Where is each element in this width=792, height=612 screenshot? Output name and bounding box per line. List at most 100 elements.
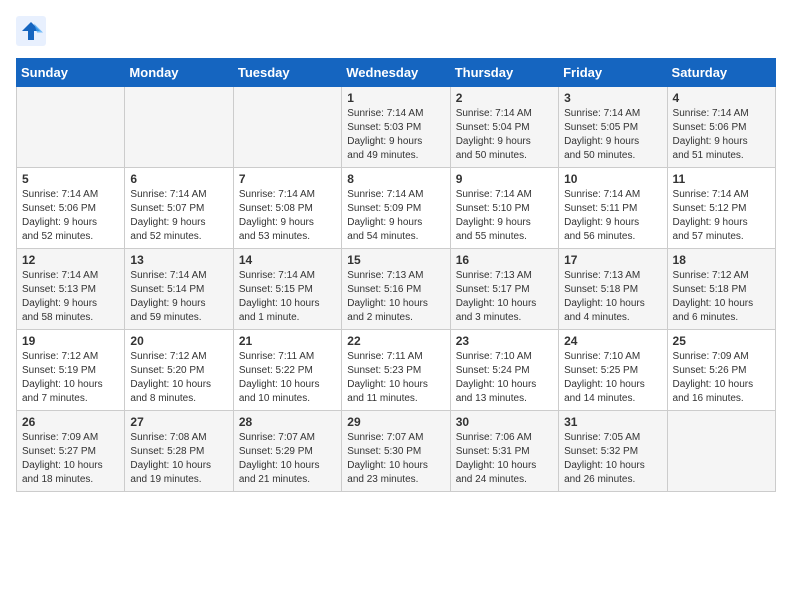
day-number: 16 [456, 253, 553, 267]
logo [16, 16, 50, 46]
calendar-cell: 1 Sunrise: 7:14 AM Sunset: 5:03 PM Daylig… [342, 87, 450, 168]
calendar-cell: 15 Sunrise: 7:13 AM Sunset: 5:16 PM Dayli… [342, 249, 450, 330]
day-number: 19 [22, 334, 119, 348]
calendar-week-row: 26 Sunrise: 7:09 AM Sunset: 5:27 PM Dayli… [17, 411, 776, 492]
day-number: 1 [347, 91, 444, 105]
day-number: 14 [239, 253, 336, 267]
day-number: 25 [673, 334, 770, 348]
cell-text: Sunrise: 7:14 AM Sunset: 5:03 PM Dayligh… [347, 107, 444, 163]
cell-text: Sunrise: 7:07 AM Sunset: 5:30 PM Dayligh… [347, 431, 444, 487]
day-number: 5 [22, 172, 119, 186]
cell-text: Sunrise: 7:14 AM Sunset: 5:12 PM Dayligh… [673, 188, 770, 244]
day-number: 11 [673, 172, 770, 186]
calendar-cell: 24 Sunrise: 7:10 AM Sunset: 5:25 PM Dayli… [559, 330, 667, 411]
day-number: 23 [456, 334, 553, 348]
day-number: 31 [564, 415, 661, 429]
calendar-cell: 16 Sunrise: 7:13 AM Sunset: 5:17 PM Dayli… [450, 249, 558, 330]
day-number: 24 [564, 334, 661, 348]
cell-text: Sunrise: 7:14 AM Sunset: 5:05 PM Dayligh… [564, 107, 661, 163]
calendar-cell: 11 Sunrise: 7:14 AM Sunset: 5:12 PM Dayli… [667, 168, 775, 249]
calendar-cell: 3 Sunrise: 7:14 AM Sunset: 5:05 PM Daylig… [559, 87, 667, 168]
logo-icon [16, 16, 46, 46]
cell-text: Sunrise: 7:10 AM Sunset: 5:25 PM Dayligh… [564, 350, 661, 406]
calendar-cell: 25 Sunrise: 7:09 AM Sunset: 5:26 PM Dayli… [667, 330, 775, 411]
calendar-cell [125, 87, 233, 168]
cell-text: Sunrise: 7:06 AM Sunset: 5:31 PM Dayligh… [456, 431, 553, 487]
day-number: 8 [347, 172, 444, 186]
cell-text: Sunrise: 7:12 AM Sunset: 5:20 PM Dayligh… [130, 350, 227, 406]
calendar-week-row: 1 Sunrise: 7:14 AM Sunset: 5:03 PM Daylig… [17, 87, 776, 168]
calendar-cell: 30 Sunrise: 7:06 AM Sunset: 5:31 PM Dayli… [450, 411, 558, 492]
cell-text: Sunrise: 7:14 AM Sunset: 5:15 PM Dayligh… [239, 269, 336, 325]
weekday-header-monday: Monday [125, 59, 233, 87]
day-number: 4 [673, 91, 770, 105]
calendar-cell: 6 Sunrise: 7:14 AM Sunset: 5:07 PM Daylig… [125, 168, 233, 249]
cell-text: Sunrise: 7:14 AM Sunset: 5:07 PM Dayligh… [130, 188, 227, 244]
cell-text: Sunrise: 7:08 AM Sunset: 5:28 PM Dayligh… [130, 431, 227, 487]
cell-text: Sunrise: 7:14 AM Sunset: 5:11 PM Dayligh… [564, 188, 661, 244]
cell-text: Sunrise: 7:13 AM Sunset: 5:16 PM Dayligh… [347, 269, 444, 325]
calendar-cell [233, 87, 341, 168]
calendar-cell: 20 Sunrise: 7:12 AM Sunset: 5:20 PM Dayli… [125, 330, 233, 411]
cell-text: Sunrise: 7:14 AM Sunset: 5:08 PM Dayligh… [239, 188, 336, 244]
cell-text: Sunrise: 7:14 AM Sunset: 5:06 PM Dayligh… [22, 188, 119, 244]
cell-text: Sunrise: 7:14 AM Sunset: 5:10 PM Dayligh… [456, 188, 553, 244]
calendar-cell: 12 Sunrise: 7:14 AM Sunset: 5:13 PM Dayli… [17, 249, 125, 330]
calendar-cell [667, 411, 775, 492]
calendar-cell: 7 Sunrise: 7:14 AM Sunset: 5:08 PM Daylig… [233, 168, 341, 249]
calendar-cell: 5 Sunrise: 7:14 AM Sunset: 5:06 PM Daylig… [17, 168, 125, 249]
calendar-week-row: 19 Sunrise: 7:12 AM Sunset: 5:19 PM Dayli… [17, 330, 776, 411]
calendar-cell: 27 Sunrise: 7:08 AM Sunset: 5:28 PM Dayli… [125, 411, 233, 492]
cell-text: Sunrise: 7:07 AM Sunset: 5:29 PM Dayligh… [239, 431, 336, 487]
calendar-cell: 2Sunrise: 7:14 AM Sunset: 5:04 PM Daylig… [450, 87, 558, 168]
calendar-cell: 19 Sunrise: 7:12 AM Sunset: 5:19 PM Dayli… [17, 330, 125, 411]
cell-text: Sunrise: 7:10 AM Sunset: 5:24 PM Dayligh… [456, 350, 553, 406]
calendar-cell: 9Sunrise: 7:14 AM Sunset: 5:10 PM Daylig… [450, 168, 558, 249]
calendar-week-row: 5 Sunrise: 7:14 AM Sunset: 5:06 PM Daylig… [17, 168, 776, 249]
calendar-cell: 17Sunrise: 7:13 AM Sunset: 5:18 PM Dayli… [559, 249, 667, 330]
cell-text: Sunrise: 7:11 AM Sunset: 5:22 PM Dayligh… [239, 350, 336, 406]
cell-text: Sunrise: 7:09 AM Sunset: 5:26 PM Dayligh… [673, 350, 770, 406]
cell-text: Sunrise: 7:12 AM Sunset: 5:19 PM Dayligh… [22, 350, 119, 406]
weekday-header-tuesday: Tuesday [233, 59, 341, 87]
cell-text: Sunrise: 7:13 AM Sunset: 5:17 PM Dayligh… [456, 269, 553, 325]
calendar-table: SundayMondayTuesdayWednesdayThursdayFrid… [16, 58, 776, 492]
day-number: 20 [130, 334, 227, 348]
calendar-cell: 31Sunrise: 7:05 AM Sunset: 5:32 PM Dayli… [559, 411, 667, 492]
weekday-header-row: SundayMondayTuesdayWednesdayThursdayFrid… [17, 59, 776, 87]
day-number: 21 [239, 334, 336, 348]
day-number: 3 [564, 91, 661, 105]
calendar-cell: 4 Sunrise: 7:14 AM Sunset: 5:06 PM Daylig… [667, 87, 775, 168]
day-number: 15 [347, 253, 444, 267]
cell-text: Sunrise: 7:14 AM Sunset: 5:13 PM Dayligh… [22, 269, 119, 325]
weekday-header-thursday: Thursday [450, 59, 558, 87]
calendar-cell: 13 Sunrise: 7:14 AM Sunset: 5:14 PM Dayli… [125, 249, 233, 330]
day-number: 12 [22, 253, 119, 267]
page-header [16, 16, 776, 46]
day-number: 18 [673, 253, 770, 267]
cell-text: Sunrise: 7:09 AM Sunset: 5:27 PM Dayligh… [22, 431, 119, 487]
calendar-cell: 23 Sunrise: 7:10 AM Sunset: 5:24 PM Dayli… [450, 330, 558, 411]
day-number: 10 [564, 172, 661, 186]
cell-text: Sunrise: 7:14 AM Sunset: 5:06 PM Dayligh… [673, 107, 770, 163]
weekday-header-sunday: Sunday [17, 59, 125, 87]
calendar-cell: 10 Sunrise: 7:14 AM Sunset: 5:11 PM Dayli… [559, 168, 667, 249]
day-number: 13 [130, 253, 227, 267]
calendar-cell: 21 Sunrise: 7:11 AM Sunset: 5:22 PM Dayli… [233, 330, 341, 411]
cell-text: Sunrise: 7:14 AM Sunset: 5:14 PM Dayligh… [130, 269, 227, 325]
cell-text: Sunrise: 7:11 AM Sunset: 5:23 PM Dayligh… [347, 350, 444, 406]
day-number: 30 [456, 415, 553, 429]
cell-text: Sunrise: 7:14 AM Sunset: 5:04 PM Dayligh… [456, 107, 553, 163]
calendar-week-row: 12 Sunrise: 7:14 AM Sunset: 5:13 PM Dayli… [17, 249, 776, 330]
weekday-header-wednesday: Wednesday [342, 59, 450, 87]
day-number: 6 [130, 172, 227, 186]
calendar-cell: 22Sunrise: 7:11 AM Sunset: 5:23 PM Dayli… [342, 330, 450, 411]
weekday-header-saturday: Saturday [667, 59, 775, 87]
day-number: 7 [239, 172, 336, 186]
cell-text: Sunrise: 7:12 AM Sunset: 5:18 PM Dayligh… [673, 269, 770, 325]
day-number: 27 [130, 415, 227, 429]
day-number: 17 [564, 253, 661, 267]
day-number: 29 [347, 415, 444, 429]
weekday-header-friday: Friday [559, 59, 667, 87]
day-number: 26 [22, 415, 119, 429]
